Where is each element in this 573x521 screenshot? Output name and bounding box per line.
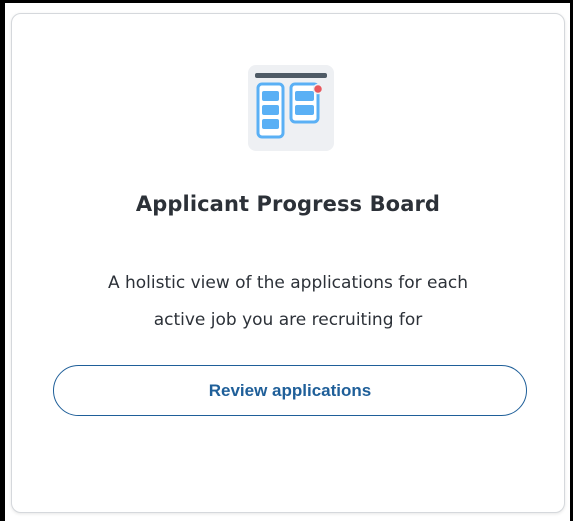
kanban-board-icon-graphic <box>255 73 327 139</box>
review-applications-button-label: Review applications <box>208 380 372 400</box>
applicant-progress-board-card: Applicant Progress Board A holistic view… <box>11 13 565 513</box>
window-frame-left <box>0 0 5 521</box>
card-description-line-1: A holistic view of the applications for … <box>107 273 469 293</box>
window-frame-top <box>0 0 573 3</box>
card-description: A holistic view of the applications for … <box>12 265 564 339</box>
card-description-line-2: active job you are recruiting for <box>153 310 423 330</box>
card-title: Applicant Progress Board <box>135 192 441 216</box>
review-applications-button[interactable]: Review applications <box>53 365 527 416</box>
kanban-board-icon <box>248 65 334 151</box>
